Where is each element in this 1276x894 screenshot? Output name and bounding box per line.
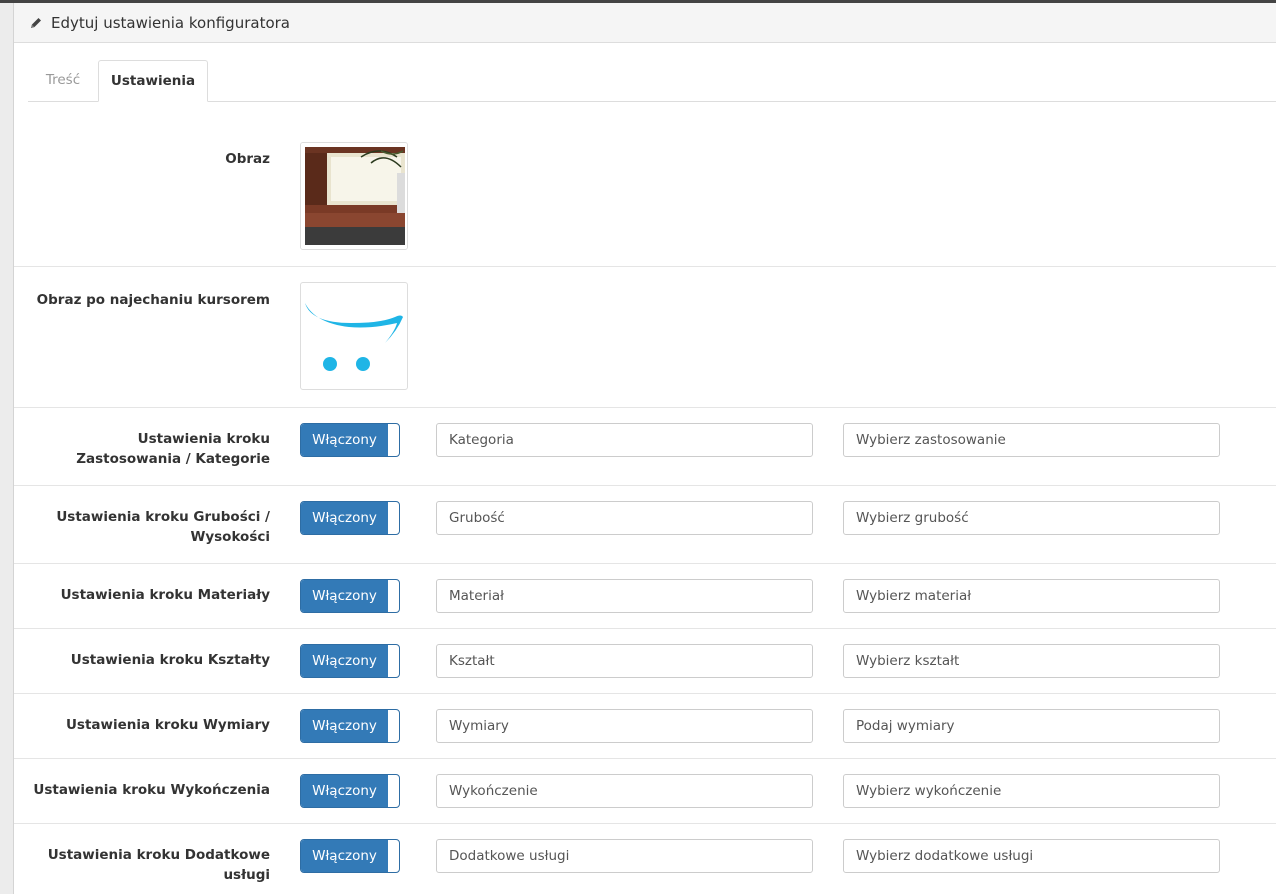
toggle-on-label: Włączony [301, 424, 388, 456]
step-row-wymiary: Ustawienia kroku Wymiary Włączony Wymiar… [14, 694, 1276, 759]
toggle-on-label: Włączony [301, 580, 388, 612]
toggle-on-label: Włączony [301, 710, 388, 742]
toggle-on-label: Włączony [301, 840, 388, 872]
step-row-wykonczenia: Ustawienia kroku Wykończenia Włączony Wy… [14, 759, 1276, 824]
image-thumbnail[interactable] [300, 142, 408, 250]
step-toggle[interactable]: Włączony [300, 423, 400, 457]
step-description-input[interactable]: Wybierz kształt [843, 644, 1220, 678]
step-name-input[interactable]: Kategoria [436, 423, 813, 457]
step-toggle[interactable]: Włączony [300, 774, 400, 808]
hover-image-label: Obraz po najechaniu kursorem [36, 292, 270, 308]
step-toggle[interactable]: Włączony [300, 501, 400, 535]
step-label: Ustawienia kroku Wymiary [65, 717, 270, 733]
step-row-materialy: Ustawienia kroku Materiały Włączony Mate… [14, 564, 1276, 629]
toggle-on-label: Włączony [301, 775, 388, 807]
tab-bar: Treść Ustawienia [28, 60, 1276, 102]
hover-image-row: Obraz po najechaniu kursorem [14, 267, 1276, 408]
step-name-input[interactable]: Wymiary [436, 709, 813, 743]
tab-tresc[interactable]: Treść [28, 60, 98, 101]
step-name-input[interactable]: Wykończenie [436, 774, 813, 808]
page-title: Edytuj ustawienia konfiguratora [51, 13, 290, 32]
step-toggle[interactable]: Włączony [300, 579, 400, 613]
step-row-zastosowania: Ustawienia kroku Zastosowania / Kategori… [14, 408, 1276, 486]
step-description-input[interactable]: Wybierz dodatkowe usługi [843, 839, 1220, 873]
step-name-input[interactable]: Kształt [436, 644, 813, 678]
image-label: Obraz [225, 151, 270, 167]
step-name-input[interactable]: Materiał [436, 579, 813, 613]
cart-icon [305, 303, 403, 371]
step-label: Ustawienia kroku Wykończenia [33, 782, 270, 798]
step-row-grubosci: Ustawienia kroku Grubości / Wysokości Wł… [14, 486, 1276, 564]
step-description-input[interactable]: Wybierz zastosowanie [843, 423, 1220, 457]
hover-image-thumbnail[interactable] [300, 282, 408, 390]
step-label: Ustawienia kroku Grubości / Wysokości [56, 509, 270, 545]
step-label: Ustawienia kroku Kształty [70, 652, 270, 668]
step-description-input[interactable]: Wybierz materiał [843, 579, 1220, 613]
step-row-ksztalty: Ustawienia kroku Kształty Włączony Kszta… [14, 629, 1276, 694]
step-toggle[interactable]: Włączony [300, 839, 400, 873]
step-name-input[interactable]: Grubość [436, 501, 813, 535]
step-label: Ustawienia kroku Dodatkowe usługi [47, 847, 270, 883]
step-name-input[interactable]: Dodatkowe usługi [436, 839, 813, 873]
step-row-dodatkowe: Ustawienia kroku Dodatkowe usługi Włączo… [14, 824, 1276, 894]
left-sidebar-edge [0, 3, 14, 894]
step-label: Ustawienia kroku Zastosowania / Kategori… [76, 431, 270, 467]
image-row: Obraz [14, 124, 1276, 267]
toggle-on-label: Włączony [301, 645, 388, 677]
tab-ustawienia[interactable]: Ustawienia [98, 60, 208, 102]
panel-heading: Edytuj ustawienia konfiguratora [14, 3, 1276, 43]
pencil-icon [31, 17, 41, 28]
window-sill-image [301, 143, 407, 249]
step-description-input[interactable]: Wybierz wykończenie [843, 774, 1220, 808]
settings-panel: Edytuj ustawienia konfiguratora Treść Us… [14, 3, 1276, 894]
step-description-input[interactable]: Podaj wymiary [843, 709, 1220, 743]
step-toggle[interactable]: Włączony [300, 709, 400, 743]
step-toggle[interactable]: Włączony [300, 644, 400, 678]
step-label: Ustawienia kroku Materiały [60, 587, 270, 603]
toggle-on-label: Włączony [301, 502, 388, 534]
step-description-input[interactable]: Wybierz grubość [843, 501, 1220, 535]
